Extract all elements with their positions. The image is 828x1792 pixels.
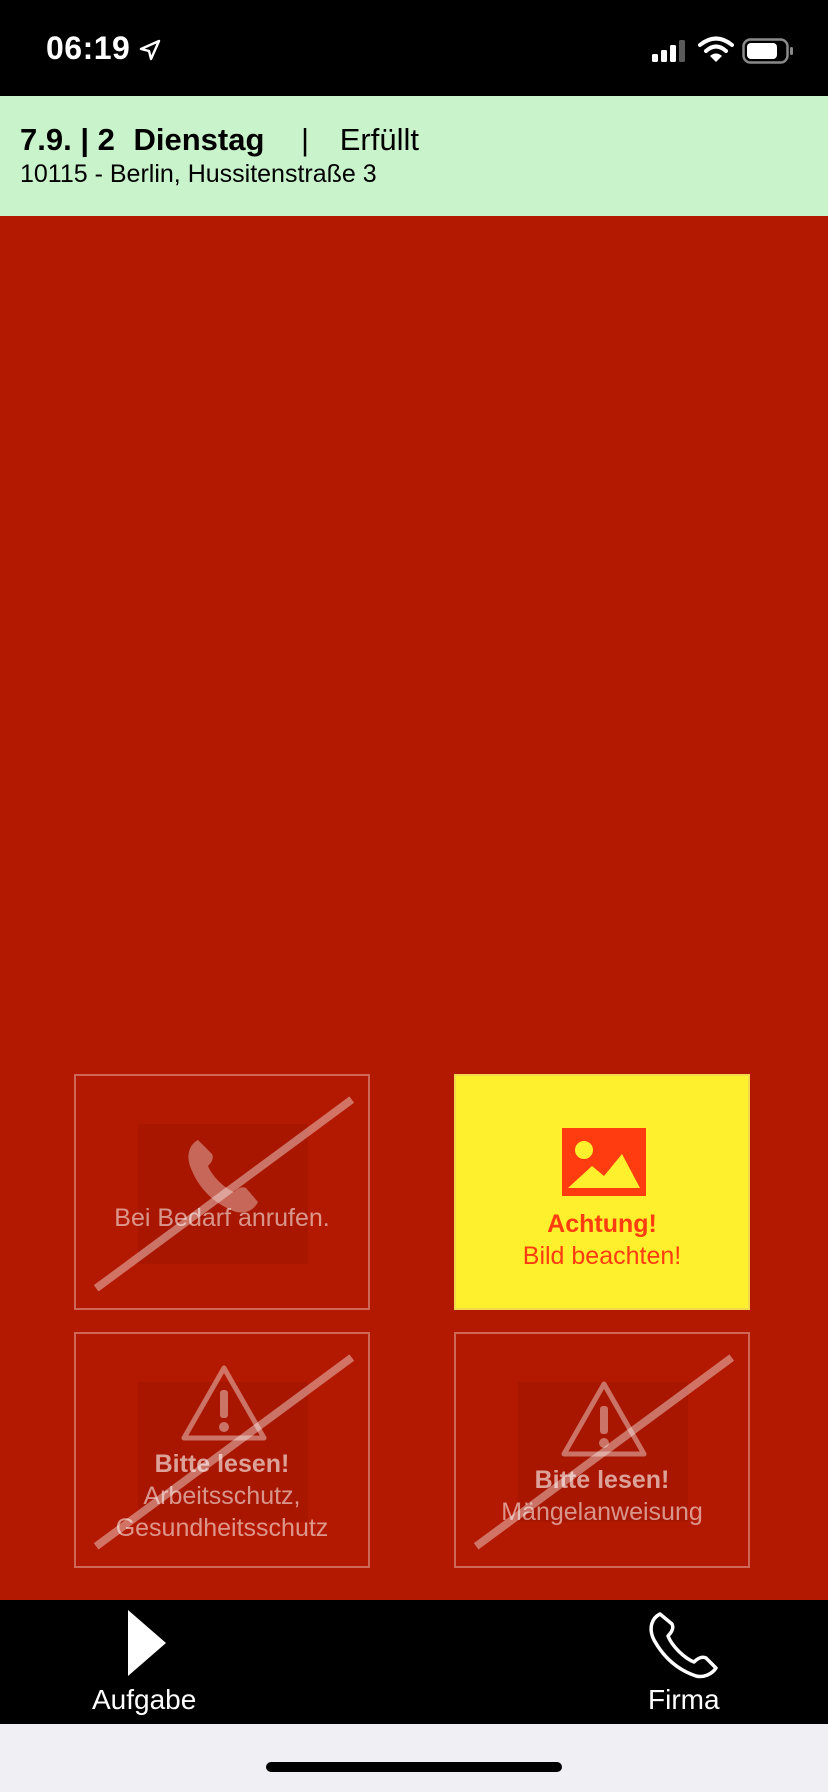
- disabled-strike: [473, 1354, 735, 1550]
- image-tile-text: Achtung! Bild beachten!: [456, 1208, 748, 1272]
- tab-task-label: Aufgabe: [92, 1684, 197, 1715]
- phone-icon: [649, 1612, 718, 1679]
- image-tile-subtitle: Bild beachten!: [522, 1242, 682, 1270]
- header-separator: |: [301, 122, 310, 157]
- tab-company-label: Firma: [648, 1684, 720, 1715]
- battery-icon: [742, 38, 793, 64]
- location-arrow-icon: [139, 39, 161, 61]
- disabled-strike: [93, 1096, 355, 1292]
- home-indicator-area: [0, 1724, 828, 1792]
- play-icon: [128, 1610, 166, 1676]
- image-notice-tile[interactable]: Achtung! Bild beachten!: [454, 1074, 750, 1310]
- image-icon: [562, 1128, 646, 1196]
- date-slot: 7.9. | 2: [20, 122, 115, 157]
- defects-read-tile[interactable]: Bitte lesen! Mängelanweisung: [454, 1332, 750, 1568]
- disabled-strike: [93, 1354, 355, 1550]
- bottom-tab-bar: Aufgabe Firma: [0, 1600, 828, 1724]
- wifi-icon: [698, 36, 734, 62]
- image-tile-title: Achtung!: [547, 1210, 657, 1238]
- job-header-title: 7.9. | 2 Dienstag | Erfüllt: [20, 122, 419, 158]
- status-time: 06:19: [46, 30, 131, 66]
- home-indicator[interactable]: [266, 1762, 562, 1772]
- status-bar: 06:19: [0, 0, 828, 96]
- tab-company[interactable]: Firma: [640, 1600, 740, 1724]
- job-status: Erfüllt: [339, 122, 419, 157]
- cellular-signal-icon: [652, 40, 685, 62]
- call-on-demand-tile[interactable]: Bei Bedarf anrufen.: [74, 1074, 370, 1310]
- job-address: 10115 - Berlin, Hussitenstraße 3: [20, 160, 377, 188]
- safety-read-tile[interactable]: Bitte lesen! Arbeitsschutz, Gesundheitss…: [74, 1332, 370, 1568]
- weekday: Dienstag: [133, 122, 265, 157]
- job-header[interactable]: 7.9. | 2 Dienstag | Erfüllt 10115 - Berl…: [0, 96, 828, 216]
- tab-task[interactable]: Aufgabe: [80, 1600, 200, 1724]
